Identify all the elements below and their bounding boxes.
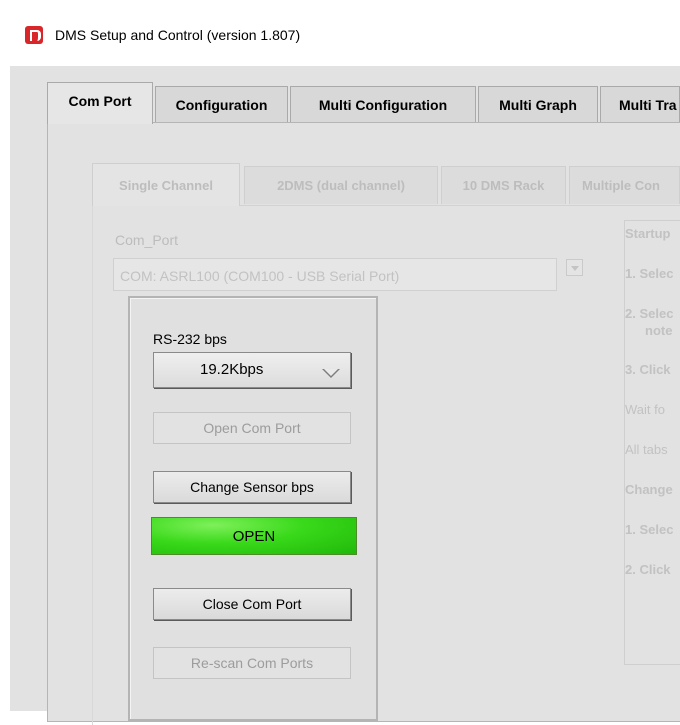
tab-multi-graph[interactable]: Multi Graph	[478, 86, 598, 122]
app-logo-icon	[25, 26, 43, 44]
all-tabs-text: All tabs	[625, 442, 668, 457]
change-heading: Change	[625, 482, 673, 497]
subtab-10-dms-rack[interactable]: 10 DMS Rack	[441, 166, 566, 204]
wait-text: Wait fo	[625, 402, 665, 417]
status-indicator: OPEN	[151, 517, 357, 555]
change-step-2: 2. Click	[625, 562, 671, 577]
startup-step-1: 1. Selec	[625, 266, 674, 281]
startup-step-3: 3. Click	[625, 362, 671, 377]
close-com-port-button[interactable]: Close Com Port	[153, 588, 351, 620]
tab-configuration[interactable]: Configuration	[155, 86, 288, 122]
chevron-down-icon[interactable]	[566, 259, 583, 276]
rescan-com-ports-button[interactable]: Re-scan Com Ports	[153, 647, 351, 679]
tab-multi-trace[interactable]: Multi Tra	[600, 86, 680, 122]
change-sensor-bps-button[interactable]: Change Sensor bps	[153, 471, 351, 503]
subtab-single-channel[interactable]: Single Channel	[92, 163, 240, 206]
startup-step-2-note: note	[645, 323, 673, 338]
tab-com-port[interactable]: Com Port	[47, 82, 153, 124]
com-port-label: Com_Port	[115, 232, 179, 248]
subtab-multiple-con[interactable]: Multiple Con	[569, 166, 680, 204]
bps-label: RS-232 bps	[153, 331, 227, 347]
startup-heading: Startup	[625, 226, 671, 241]
bps-value: 19.2Kbps	[200, 361, 264, 378]
title-bar: DMS Setup and Control (version 1.807)	[0, 0, 680, 66]
change-step-1: 1. Selec	[625, 522, 674, 537]
bps-select[interactable]: 19.2Kbps	[153, 352, 351, 388]
open-com-port-button[interactable]: Open Com Port	[153, 412, 351, 444]
startup-step-2: 2. Selec	[625, 306, 674, 321]
subtab-2dms[interactable]: 2DMS (dual channel)	[244, 166, 438, 204]
window-title: DMS Setup and Control (version 1.807)	[55, 27, 301, 43]
chevron-down-icon	[322, 369, 340, 378]
tab-multi-configuration[interactable]: Multi Configuration	[290, 86, 476, 122]
com-port-select[interactable]: COM: ASRL100 (COM100 - USB Serial Port)	[113, 258, 557, 291]
